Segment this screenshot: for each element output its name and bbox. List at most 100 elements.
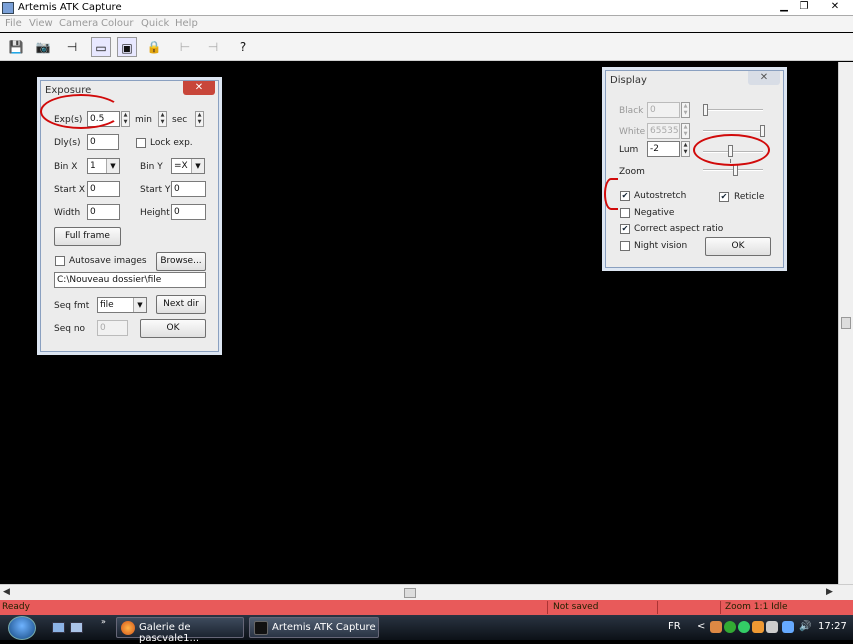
tray-expand-icon[interactable]: < bbox=[697, 621, 705, 632]
autostretch-checkbox[interactable]: ✔ bbox=[620, 191, 630, 201]
display-ok-button[interactable]: OK bbox=[705, 237, 771, 256]
vertical-scrollbar[interactable] bbox=[838, 62, 853, 584]
pointer-icon[interactable]: ⊣ bbox=[62, 37, 82, 57]
frame-icon[interactable]: ▭ bbox=[91, 37, 111, 57]
menu-quick[interactable]: Quick bbox=[141, 18, 169, 29]
night-vision-checkbox[interactable] bbox=[620, 241, 630, 251]
min-label: min bbox=[135, 115, 152, 125]
lum-slider-tick bbox=[730, 159, 731, 163]
lum-input[interactable]: -2 bbox=[647, 141, 680, 157]
task-firefox[interactable]: Galerie de pascvale1... bbox=[116, 617, 244, 644]
black-slider-thumb[interactable] bbox=[703, 104, 708, 116]
white-slider-thumb[interactable] bbox=[760, 125, 765, 137]
vertical-scroll-thumb[interactable] bbox=[841, 317, 851, 329]
save-icon[interactable]: 💾 bbox=[6, 37, 26, 57]
taskbar: » Galerie de pascvale1... Artemis ATK Ca… bbox=[0, 615, 853, 644]
lum-slider-thumb[interactable] bbox=[728, 145, 733, 157]
sec-label: sec bbox=[172, 115, 188, 125]
binx-value: 1 bbox=[90, 161, 96, 171]
menu-bar: File View Camera Colour Quick Help bbox=[0, 16, 853, 32]
close-button[interactable]: ✕ bbox=[826, 1, 844, 14]
display-dialog: Display ✕ Black 0 ▲ ▼ White 65535 ▲ ▼ Lum … bbox=[605, 70, 784, 268]
browse-button[interactable]: Browse... bbox=[156, 252, 206, 271]
lum-spinner[interactable]: ▲ ▼ bbox=[681, 141, 690, 157]
autosave-label: Autosave images bbox=[69, 256, 147, 266]
white-slider-track[interactable] bbox=[703, 130, 763, 132]
menu-help[interactable]: Help bbox=[175, 18, 198, 29]
network-icon[interactable] bbox=[782, 621, 794, 633]
status-separator bbox=[547, 601, 548, 614]
menu-camera[interactable]: Camera bbox=[59, 18, 98, 29]
horizontal-scrollbar[interactable]: ◀ ▶ bbox=[0, 584, 853, 600]
subframe-icon[interactable]: ▣ bbox=[117, 37, 137, 57]
lock-icon[interactable]: 🔒 bbox=[144, 37, 164, 57]
switch-windows-icon[interactable] bbox=[70, 622, 83, 633]
menu-colour[interactable]: Colour bbox=[101, 18, 133, 29]
clock[interactable]: 17:27 bbox=[818, 621, 847, 632]
negative-checkbox[interactable] bbox=[620, 208, 630, 218]
tray-app-icon[interactable] bbox=[710, 621, 722, 633]
autosave-checkbox[interactable] bbox=[55, 256, 65, 266]
quicklaunch-overflow-icon[interactable]: » bbox=[101, 617, 106, 626]
black-spinner[interactable]: ▲ ▼ bbox=[681, 102, 690, 118]
status-separator bbox=[720, 601, 721, 614]
minimize-button[interactable]: ▁ bbox=[775, 1, 793, 14]
tray-tool-icon[interactable] bbox=[766, 621, 778, 633]
negative-label: Negative bbox=[634, 208, 675, 218]
prev-icon[interactable]: ⊢ bbox=[175, 37, 195, 57]
width-label: Width bbox=[54, 208, 81, 218]
starty-input[interactable]: 0 bbox=[171, 181, 206, 197]
lock-exp-checkbox[interactable] bbox=[136, 138, 146, 148]
seq-fmt-select[interactable]: file ▼ bbox=[97, 297, 147, 313]
exposure-close-button[interactable]: ✕ bbox=[183, 81, 215, 95]
sec-spinner[interactable]: ▲ ▼ bbox=[195, 111, 204, 127]
black-slider-track[interactable] bbox=[703, 109, 763, 111]
seq-no-input[interactable]: 0 bbox=[97, 320, 128, 336]
camera-icon[interactable]: 📷 bbox=[33, 37, 53, 57]
scroll-right-icon[interactable]: ▶ bbox=[826, 587, 833, 597]
zoom-slider-thumb[interactable] bbox=[733, 164, 738, 176]
menu-view[interactable]: View bbox=[29, 18, 53, 29]
aspect-ratio-checkbox[interactable]: ✔ bbox=[620, 224, 630, 234]
chevron-down-icon[interactable]: ▼ bbox=[133, 298, 146, 312]
exposure-ok-button[interactable]: OK bbox=[140, 319, 206, 338]
task-artemis[interactable]: Artemis ATK Capture bbox=[249, 617, 379, 638]
exp-spinner[interactable]: ▲ ▼ bbox=[121, 111, 130, 127]
lum-slider-track[interactable] bbox=[703, 151, 763, 153]
binx-label: Bin X bbox=[54, 162, 78, 172]
scroll-left-icon[interactable]: ◀ bbox=[3, 587, 10, 597]
show-desktop-icon[interactable] bbox=[52, 622, 65, 633]
help-icon[interactable]: ? bbox=[233, 37, 253, 57]
white-input[interactable]: 65535 bbox=[647, 123, 680, 139]
startx-input[interactable]: 0 bbox=[87, 181, 120, 197]
tray-chat-icon[interactable] bbox=[724, 621, 736, 633]
next-icon[interactable]: ⊣ bbox=[203, 37, 223, 57]
volume-icon[interactable]: 🔊 bbox=[799, 621, 811, 632]
biny-select[interactable]: =X ▼ bbox=[171, 158, 205, 174]
language-indicator[interactable]: FR bbox=[668, 621, 681, 632]
chevron-down-icon[interactable]: ▼ bbox=[191, 159, 204, 173]
black-input[interactable]: 0 bbox=[647, 102, 680, 118]
white-spinner[interactable]: ▲ ▼ bbox=[681, 123, 690, 139]
tray-warning-icon[interactable] bbox=[752, 621, 764, 633]
maximize-button[interactable]: ❐ bbox=[795, 1, 813, 14]
aspect-ratio-label: Correct aspect ratio bbox=[634, 224, 724, 234]
exp-input[interactable]: 0.5 bbox=[87, 111, 120, 127]
chevron-down-icon[interactable]: ▼ bbox=[106, 159, 119, 173]
display-close-button[interactable]: ✕ bbox=[748, 71, 780, 85]
exp-label: Exp(s) bbox=[54, 115, 83, 125]
height-input[interactable]: 0 bbox=[171, 204, 206, 220]
reticle-checkbox[interactable]: ✔ bbox=[719, 192, 729, 202]
width-input[interactable]: 0 bbox=[87, 204, 120, 220]
menu-file[interactable]: File bbox=[5, 18, 22, 29]
start-button[interactable] bbox=[8, 616, 36, 640]
next-dir-button[interactable]: Next dir bbox=[156, 295, 206, 314]
tray-messenger-icon[interactable] bbox=[738, 621, 750, 633]
horizontal-scroll-thumb[interactable] bbox=[404, 588, 416, 598]
binx-select[interactable]: 1 ▼ bbox=[87, 158, 120, 174]
save-path-input[interactable]: C:\Nouveau dossier\file bbox=[54, 272, 206, 288]
dly-input[interactable]: 0 bbox=[87, 134, 119, 150]
autostretch-label: Autostretch bbox=[634, 191, 687, 201]
full-frame-button[interactable]: Full frame bbox=[54, 227, 121, 246]
min-spinner[interactable]: ▲ ▼ bbox=[158, 111, 167, 127]
